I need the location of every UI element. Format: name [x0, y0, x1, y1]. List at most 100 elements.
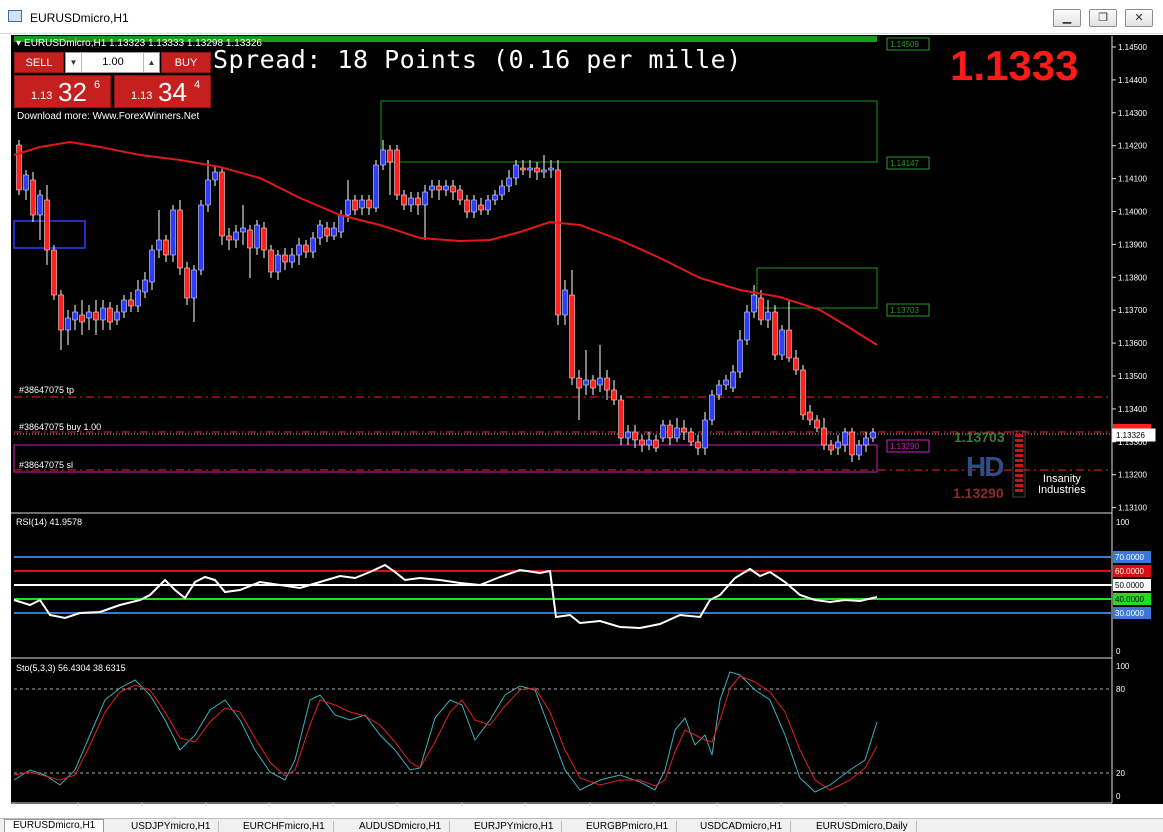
candle: [576, 370, 582, 420]
candle: [688, 428, 694, 446]
buy-button[interactable]: BUY: [161, 52, 211, 73]
candle: [681, 420, 687, 440]
buy-price-prefix: 1.13: [131, 90, 153, 102]
candle: [443, 180, 449, 196]
candle: [373, 160, 379, 212]
strength-meter-segment: [1015, 469, 1023, 472]
candle: [37, 190, 43, 240]
candle: [107, 302, 113, 330]
price-tick-label: 1.14300: [1118, 109, 1147, 118]
collapse-arrow-icon[interactable]: ▾: [16, 38, 21, 49]
rsi-level-label: 30.0000: [1115, 609, 1144, 618]
candle: [723, 375, 729, 390]
svg-text:1.14147: 1.14147: [890, 159, 919, 168]
time-tick-label: 22 Nov 06:00: [332, 806, 380, 815]
chart-tab[interactable]: EURGBPmicro,H1: [578, 821, 678, 832]
chart-tab[interactable]: EURJPYmicro,H1: [466, 821, 563, 832]
chart-tab[interactable]: EURUSDmicro,Daily: [808, 821, 917, 832]
candle: [779, 325, 785, 360]
candle: [114, 305, 120, 325]
candle: [58, 290, 64, 350]
candle: [268, 245, 274, 278]
candle: [205, 160, 211, 212]
candle: [177, 200, 183, 275]
candle: [646, 432, 652, 450]
rsi-level-label: 60.0000: [1115, 567, 1144, 576]
candle: [709, 390, 715, 425]
buy-price-big: 34: [158, 77, 187, 107]
candle: [751, 285, 757, 318]
chart-canvas[interactable]: 70.000060.000050.000040.000030.00001000 …: [0, 0, 1163, 818]
logo-line-2: Industries: [1038, 484, 1086, 496]
chart-tab[interactable]: USDJPYmicro,H1: [123, 821, 220, 832]
candle: [814, 415, 820, 432]
time-tick-label: 22 Nov 14:00: [396, 806, 444, 815]
range-high-label: 1.13703: [954, 429, 1005, 445]
price-tick-label: 1.13100: [1118, 504, 1147, 513]
lot-increase-icon[interactable]: ▲: [143, 53, 159, 72]
price-tick-label: 1.13200: [1118, 471, 1147, 480]
sl-order-label[interactable]: #38647075 sl: [19, 460, 73, 470]
strength-meter-segment: [1015, 479, 1023, 482]
hd-logo: HD: [966, 451, 1004, 482]
candle: [30, 172, 36, 222]
candle: [16, 140, 22, 195]
candle: [415, 192, 421, 215]
candle: [562, 280, 568, 325]
candle: [506, 170, 512, 192]
sell-price-big: 32: [58, 77, 87, 107]
sl-zone: [13, 444, 878, 473]
candle: [226, 228, 232, 250]
candle: [394, 145, 400, 200]
buy-order-label[interactable]: #38647075 buy 1.00: [19, 422, 101, 432]
chart-tab[interactable]: EURCHFmicro,H1: [235, 821, 334, 832]
candle: [821, 418, 827, 450]
price-tick-label: 1.13600: [1118, 339, 1147, 348]
candle: [359, 195, 365, 215]
chart-tab[interactable]: AUDUSDmicro,H1: [351, 821, 451, 832]
strength-meter-segment: [1015, 459, 1023, 462]
candle: [51, 245, 57, 300]
candle: [499, 180, 505, 200]
candle: [534, 162, 540, 180]
candle: [324, 222, 330, 242]
candle: [142, 272, 148, 298]
candle: [310, 232, 316, 258]
strength-meter-segment: [1015, 449, 1023, 452]
candle: [387, 145, 393, 195]
candle: [583, 350, 589, 395]
lot-size-input[interactable]: ▼ 1.00 ▲: [65, 52, 160, 73]
candle: [100, 300, 106, 330]
range-low-label: 1.13290: [953, 485, 1004, 501]
lot-dropdown-icon[interactable]: ▼: [66, 53, 82, 72]
rsi-level-label: 70.0000: [1115, 553, 1144, 562]
candle: [450, 180, 456, 200]
stoch-axis-label: 0: [1116, 792, 1121, 801]
time-tick-label: 23 Nov 06:00: [524, 806, 572, 815]
lot-value[interactable]: 1.00: [84, 53, 142, 72]
price-tick-label: 1.14200: [1118, 142, 1147, 151]
candle: [597, 345, 603, 392]
candle: [695, 435, 701, 455]
spread-text: Spread: 18 Points (0.16 per mille): [213, 45, 742, 74]
download-text: Download more: Www.ForexWinners.Net: [17, 111, 200, 122]
price-tick-label: 1.14500: [1118, 43, 1147, 52]
chart-tab-bar: EURUSDmicro,H1 USDJPYmicro,H1 EURCHFmicro,…: [0, 818, 1163, 832]
chart-tab[interactable]: EURUSDmicro,H1: [4, 819, 105, 832]
candle: [730, 365, 736, 392]
buy-price-button[interactable]: 1.13 34 4: [114, 75, 211, 108]
sell-button[interactable]: SELL: [14, 52, 64, 73]
candle: [492, 190, 498, 205]
tag-resistance-2: 1.13703: [886, 303, 930, 317]
svg-text:1.13326: 1.13326: [1116, 431, 1145, 440]
sell-price-button[interactable]: 1.13 32 6: [14, 75, 111, 108]
sell-price-prefix: 1.13: [31, 90, 53, 102]
candle: [856, 440, 862, 460]
svg-text:1.13703: 1.13703: [890, 306, 919, 315]
price-tick-label: 1.14000: [1118, 208, 1147, 217]
stoch-axis-label: 80: [1116, 685, 1125, 694]
big-current-price: 1.1333: [950, 42, 1079, 89]
time-tick-label: 23 Nov 22:00: [653, 806, 701, 815]
chart-tab[interactable]: USDCADmicro,H1: [692, 821, 792, 832]
tp-order-label[interactable]: #38647075 tp: [19, 385, 74, 395]
